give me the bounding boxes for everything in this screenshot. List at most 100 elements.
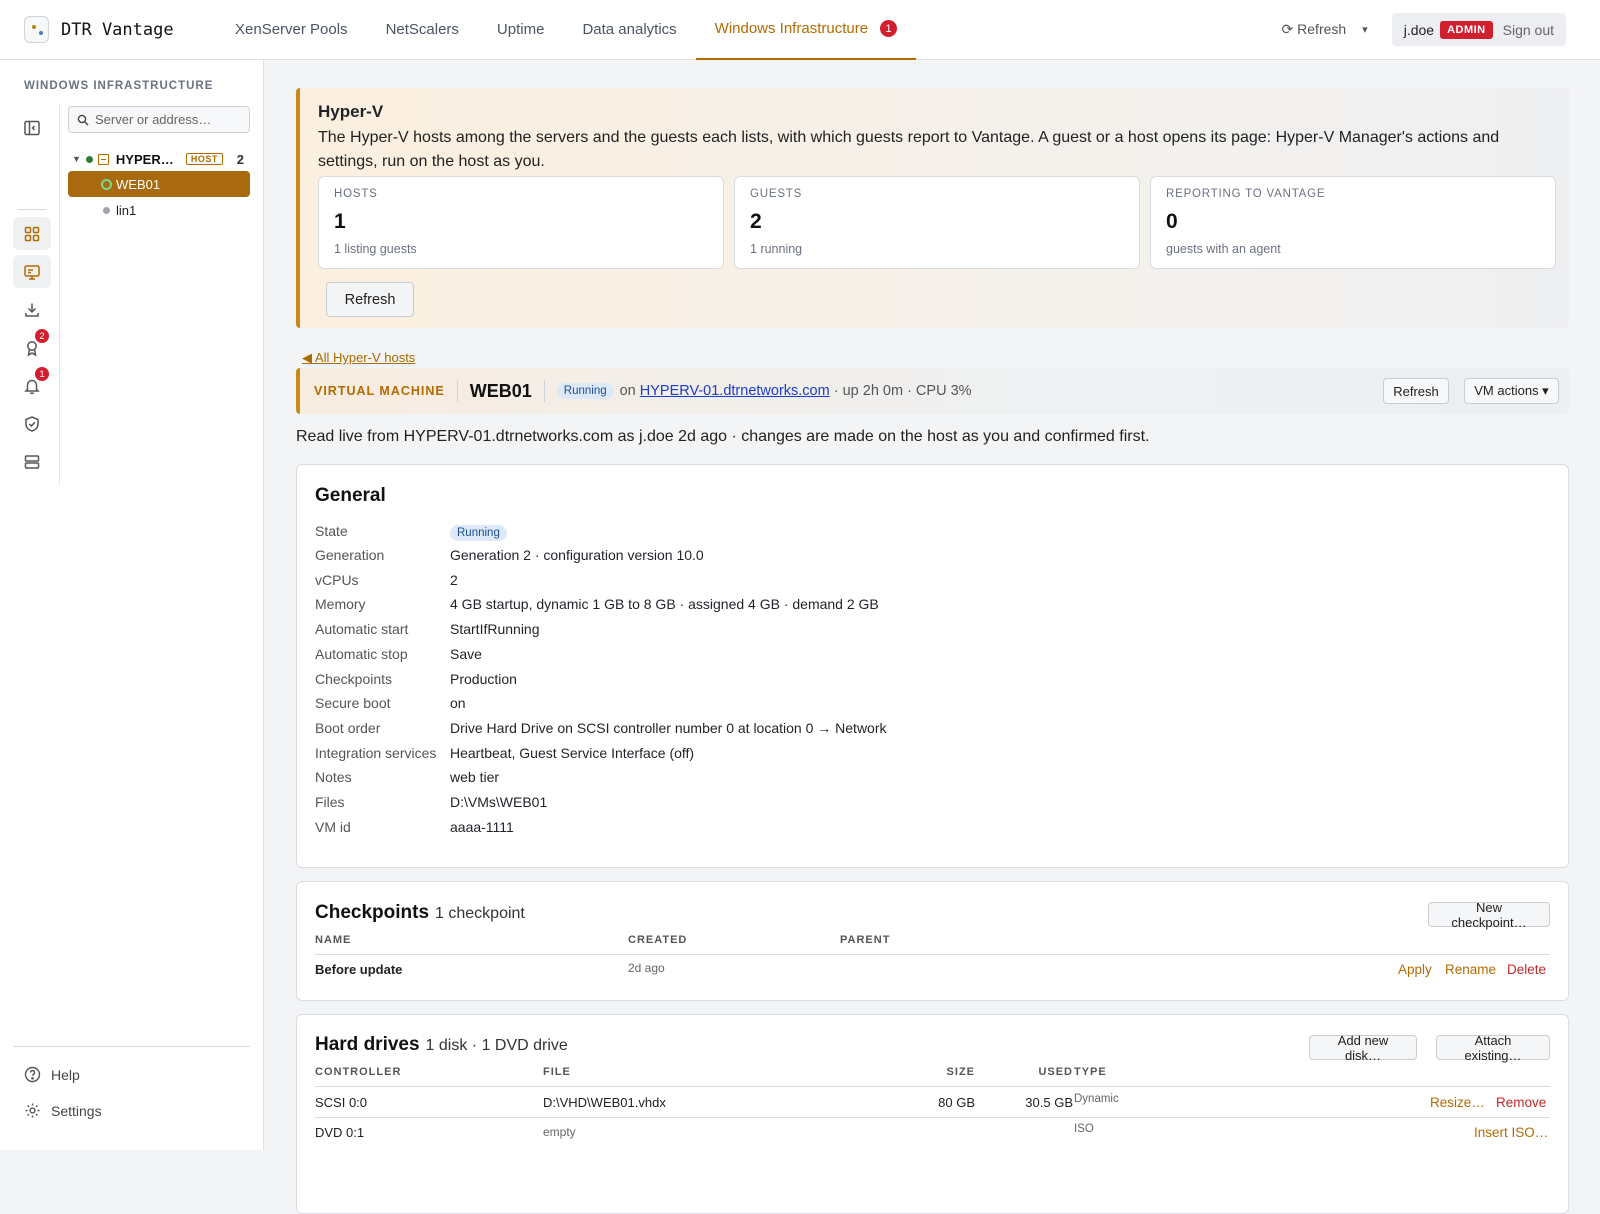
stat-card-reporting[interactable]: REPORTING TO VANTAGE 0 guests with an ag… [1150,176,1556,269]
help-icon [24,1066,41,1083]
checkpoints-count: 1 checkpoint [435,905,525,922]
tree-vm-lin1[interactable]: lin1 [68,197,250,223]
disk-controller: SCSI 0:0 [315,1095,368,1110]
stat-card-hosts[interactable]: HOSTS 1 1 listing guests [318,176,724,269]
kv-value: Running [450,523,507,541]
collapse-sidebar-icon[interactable] [13,111,51,144]
tab-netscalers[interactable]: NetScalers [367,0,478,60]
col-header-used: USED [1038,1066,1073,1078]
vm-uptime: · up 2h 0m · CPU 3% [833,383,972,399]
col-header-created: CREATED [628,934,688,946]
kv-key: Integration services [315,744,437,761]
banner-refresh-button[interactable]: Refresh [326,282,414,317]
vm-name-label: lin1 [116,202,137,218]
sidebar-title: WINDOWS INFRASTRUCTURE [24,80,214,92]
sidebar-divider [13,1046,250,1047]
kv-value: on [450,695,466,712]
insert-iso-link[interactable]: Insert ISO… [1474,1125,1548,1140]
col-header-name: NAME [315,934,352,946]
award-icon[interactable]: 2 [13,329,51,364]
tab-data-analytics[interactable]: Data analytics [563,0,695,60]
search-input[interactable] [95,112,245,127]
resize-disk-link[interactable]: Resize… [1430,1095,1485,1110]
kv-value: web tier [450,769,500,786]
tree-vm-web01[interactable]: WEB01 [68,171,250,197]
general-title: General [315,485,386,506]
hyper-v-monitor-icon[interactable] [13,255,51,288]
server-icon[interactable] [13,445,51,478]
kv-value: D:\VMs\WEB01 [450,794,548,810]
kv-value: 4 GB startup, dynamic 1 GB to 8 GB · ass… [450,596,879,613]
gear-icon [25,1103,40,1118]
kv-value: aaaa-1111 [450,818,514,835]
hard-drives-count: 1 disk · 1 DVD drive [425,1037,568,1054]
remove-disk-link[interactable]: Remove [1496,1095,1546,1110]
alerts-count-badge: 1 [35,367,49,381]
top-nav: XenServer Pools NetScalers Uptime Data a… [216,0,917,60]
delete-checkpoint-link[interactable]: Delete [1507,962,1546,977]
sign-out-link[interactable]: Sign out [1503,22,1554,38]
attach-existing-button[interactable]: Attach existing… [1436,1033,1550,1063]
kv-value: Production [450,670,517,687]
refresh-options-chevron-icon[interactable]: ▾ [1362,23,1368,36]
state-badge: Running [450,525,507,541]
kv-key: Secure boot [315,695,391,712]
host-tag: HOST [185,153,223,165]
help-link[interactable]: Help [24,1066,80,1083]
bell-icon[interactable]: 1 [13,367,51,402]
icon-rail: 2 1 [0,105,60,485]
host-link[interactable]: HYPERV-01.dtrnetworks.com [640,383,830,399]
download-icon[interactable] [13,293,51,326]
vm-refresh-button[interactable]: Refresh [1383,378,1449,404]
app-logo[interactable]: DTR Vantage [24,16,216,43]
tree-host-item[interactable]: ▼ HYPER… HOST 2 [72,148,252,170]
stat-sub: 1 listing guests [334,242,417,256]
server-search[interactable] [68,106,250,133]
host-name: HYPER… [115,151,174,167]
add-new-disk-button[interactable]: Add new disk… [1309,1033,1417,1063]
expand-arrow-icon[interactable]: ▼ [72,154,81,164]
col-header-size: SIZE [946,1066,975,1078]
stat-value: 1 [334,210,346,233]
checkpoint-name[interactable]: Before update [315,962,402,977]
hyperv-banner: Hyper-V The Hyper-V hosts among the serv… [296,88,1569,328]
shield-check-icon[interactable] [13,407,51,440]
dashboard-grid-icon[interactable] [13,217,51,250]
checkpoint-created: 2d ago [628,961,665,975]
vm-actions-dropdown[interactable]: VM actions ▾ [1464,378,1559,404]
rename-checkpoint-link[interactable]: Rename [1445,962,1496,977]
tab-uptime[interactable]: Uptime [478,0,564,60]
vm-state-badge: Running [556,383,614,399]
refresh-button[interactable]: ⟳ Refresh [1282,21,1347,38]
kv-value: Heartbeat, Guest Service Interface (off) [450,744,695,761]
tab-xenserver-pools[interactable]: XenServer Pools [216,0,367,60]
running-status-icon [101,178,112,190]
stat-card-guests[interactable]: GUESTS 2 1 running [734,176,1140,269]
notification-badge: 1 [880,20,898,37]
vm-name-label: WEB01 [116,176,161,192]
new-checkpoint-button[interactable]: New checkpoint… [1428,900,1550,930]
tab-label: Windows Infrastructure [714,20,869,37]
col-header-type: TYPE [1074,1066,1107,1078]
dvd-controller: DVD 0:1 [315,1125,365,1140]
stat-value: 2 [750,210,762,233]
app-name: DTR Vantage [61,19,174,40]
stat-label: HOSTS [334,188,378,200]
vm-kind-label: VIRTUAL MACHINE [314,384,445,398]
sidebar: WINDOWS INFRASTRUCTURE 2 1 Server or add… [0,60,264,1150]
awards-count-badge: 2 [35,329,49,343]
settings-link[interactable]: Settings [24,1102,102,1119]
stat-label: REPORTING TO VANTAGE [1166,188,1326,200]
apply-checkpoint-link[interactable]: Apply [1398,962,1432,977]
kv-key: Automatic stop [315,645,408,662]
vm-title: WEB01 [469,380,532,401]
divider [456,380,458,402]
vm-header-bar: VIRTUAL MACHINE WEB01 Running on HYPERV-… [296,368,1569,414]
kv-value: 2 [450,571,458,588]
rail-divider [18,209,46,210]
banner-description: The Hyper-V hosts among the servers and … [318,129,1500,170]
tab-windows-infrastructure[interactable]: Windows Infrastructure 1 [695,0,917,60]
banner-title: Hyper-V [318,102,384,121]
all-hosts-link[interactable]: ◀ All Hyper-V hosts [302,350,415,366]
host-status-dot [85,155,93,163]
